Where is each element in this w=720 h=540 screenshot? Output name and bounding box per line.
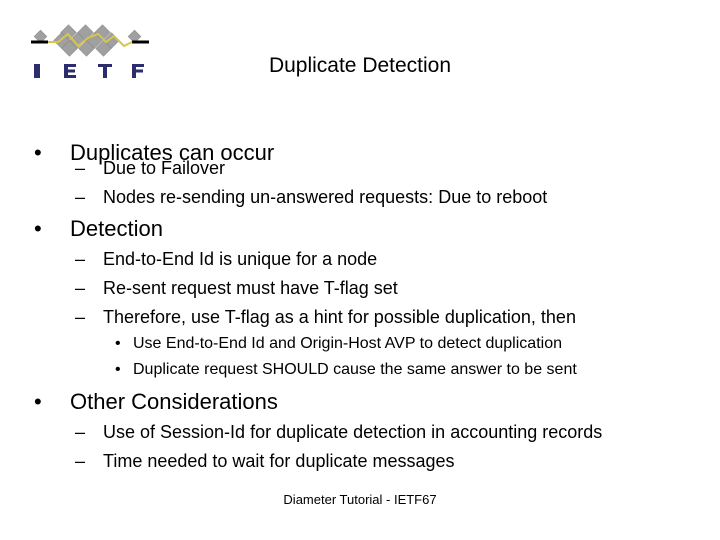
dash-marker: – [75,451,86,471]
dash-marker: – [75,158,86,178]
bullet-marker: • [34,140,42,165]
dash-marker: – [75,249,86,269]
dash-marker: – [75,307,86,327]
dash-marker: – [75,187,86,207]
bullet-marker: • [115,361,121,378]
slide-title: Duplicate Detection [268,54,452,77]
bullet-marker: • [34,389,42,414]
bullet-marker: • [34,216,42,241]
dash-marker: – [75,422,86,442]
dash-marker: – [75,278,86,298]
bullet-marker: • [115,335,121,352]
slide-footer: Diameter Tutorial - IETF67 [283,492,437,507]
